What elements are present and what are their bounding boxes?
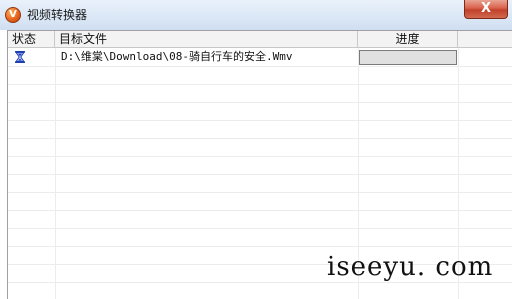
progress-bar: [359, 50, 457, 65]
column-header-status[interactable]: 状态: [8, 31, 55, 47]
grid-line: [8, 138, 512, 139]
watermark-text: iseeyu. com: [327, 252, 494, 282]
window-title: 视频转换器: [27, 8, 88, 22]
close-button[interactable]: X: [464, 0, 508, 19]
list-header: 状态 目标文件 进度: [8, 31, 512, 48]
grid-line: [8, 66, 512, 67]
grid-line: [8, 84, 512, 85]
grid-line: [8, 120, 512, 121]
grid-line: [8, 156, 512, 157]
converter-window: V 视频转换器 X 状态 目标文件 进度 D:\维棠\Download\08-骑…: [0, 0, 512, 299]
grid-line: [8, 210, 512, 211]
grid-line: [8, 228, 512, 229]
close-icon: X: [480, 1, 492, 16]
grid-line: [8, 102, 512, 103]
column-header-progress[interactable]: 进度: [358, 31, 458, 47]
app-icon-letter: V: [9, 9, 17, 20]
hourglass-icon: [15, 51, 25, 63]
grid-line: [8, 246, 512, 247]
target-file-path: D:\维棠\Download\08-骑自行车的安全.Wmv: [61, 50, 293, 63]
grid-line: [8, 192, 512, 193]
table-row[interactable]: D:\维棠\Download\08-骑自行车的安全.Wmv: [8, 48, 512, 66]
grid-line: [8, 174, 512, 175]
grid-line: [8, 282, 512, 283]
title-bar[interactable]: V 视频转换器 X: [0, 0, 512, 30]
column-header-target-file[interactable]: 目标文件: [55, 31, 358, 47]
app-icon[interactable]: V: [5, 7, 21, 23]
